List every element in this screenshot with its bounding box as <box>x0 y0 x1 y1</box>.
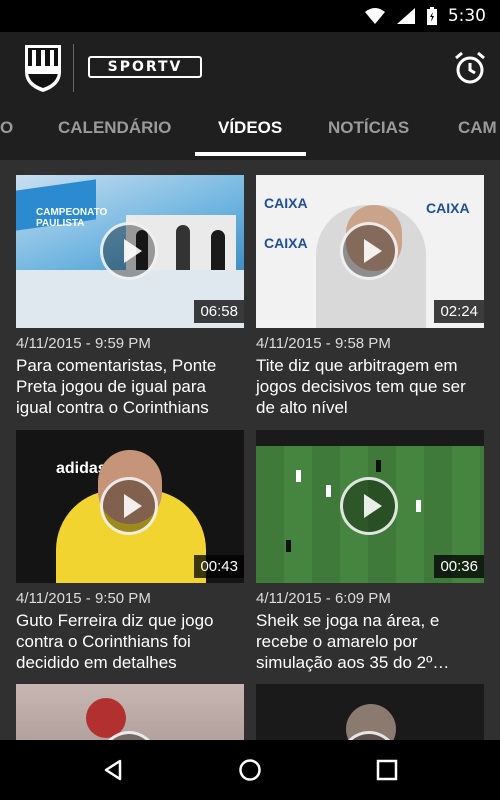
tab-indicator <box>195 152 306 156</box>
sponsor-logo: CAIXA <box>264 235 308 251</box>
tab-calendario[interactable]: CALENDÁRIO <box>58 104 171 160</box>
video-thumbnail[interactable] <box>16 684 244 740</box>
sportv-logo: SPORTV <box>88 56 202 78</box>
video-date: 4/11/2015 - 9:59 PM <box>16 335 151 352</box>
play-icon[interactable] <box>100 477 158 535</box>
player-shape <box>296 470 301 482</box>
tab-partial-right[interactable]: CAM <box>458 104 497 160</box>
player-shape <box>376 460 381 472</box>
video-card[interactable] <box>256 684 484 740</box>
video-title[interactable]: Guto Ferreira diz que jogo contra o Cori… <box>16 610 244 673</box>
video-date: 4/11/2015 - 9:58 PM <box>256 335 391 352</box>
video-duration: 06:58 <box>194 300 244 323</box>
video-thumbnail[interactable] <box>256 684 484 740</box>
video-grid[interactable]: CAMPEONATO PAULISTA 06:58 4/11/2015 - 9:… <box>0 160 500 740</box>
person-shape <box>211 230 225 270</box>
header-divider <box>73 44 74 92</box>
clock-time: 5:30 <box>447 6 486 26</box>
tab-noticias[interactable]: NOTÍCIAS <box>328 104 409 160</box>
signal-icon <box>396 8 415 24</box>
thumb-caption: CAMPEONATO PAULISTA <box>36 207 108 229</box>
play-icon[interactable] <box>340 222 398 280</box>
video-card[interactable] <box>16 684 244 740</box>
player-shape <box>416 500 421 512</box>
alarm-clock-icon[interactable] <box>450 48 490 88</box>
player-shape <box>286 540 291 552</box>
video-thumbnail[interactable]: CAIXA CAIXA CAIXA 02:24 <box>256 175 484 328</box>
club-crest-icon[interactable] <box>22 42 64 94</box>
video-title[interactable]: Sheik se joga na área, e recebe o amarel… <box>256 610 484 673</box>
video-card[interactable]: CAMPEONATO PAULISTA 06:58 4/11/2015 - 9:… <box>16 175 244 418</box>
stadium-boards <box>256 430 484 446</box>
home-icon[interactable] <box>238 758 262 782</box>
video-date: 4/11/2015 - 6:09 PM <box>256 590 391 607</box>
video-date: 4/11/2015 - 9:50 PM <box>16 590 151 607</box>
person-shape <box>176 225 190 270</box>
battery-icon <box>426 7 437 25</box>
app-bar: SPORTV <box>0 32 500 104</box>
tab-partial-left[interactable]: O <box>0 104 13 160</box>
video-card[interactable]: 00:36 4/11/2015 - 6:09 PM Sheik se joga … <box>256 430 484 673</box>
video-thumbnail[interactable]: 00:36 <box>256 430 484 583</box>
player-shape <box>326 485 331 497</box>
video-duration: 02:24 <box>434 300 484 323</box>
video-card[interactable]: CAIXA CAIXA CAIXA 02:24 4/11/2015 - 9:58… <box>256 175 484 418</box>
video-title[interactable]: Para comentaristas, Ponte Preta jogou de… <box>16 355 244 418</box>
video-thumbnail[interactable]: CAMPEONATO PAULISTA 06:58 <box>16 175 244 328</box>
sponsor-logo: CAIXA <box>264 195 308 211</box>
play-icon[interactable] <box>340 477 398 535</box>
back-icon[interactable] <box>101 758 125 782</box>
system-navigation-bar <box>0 740 500 800</box>
wifi-icon <box>364 8 385 24</box>
video-card[interactable]: adidas 00:43 4/11/2015 - 9:50 PM Guto Fe… <box>16 430 244 673</box>
play-icon[interactable] <box>100 222 158 280</box>
recents-icon[interactable] <box>376 759 398 781</box>
sponsor-logo: CAIXA <box>426 200 470 216</box>
status-bar: 5:30 <box>0 0 500 32</box>
video-title[interactable]: Tite diz que arbitragem em jogos decisiv… <box>256 355 484 418</box>
video-duration: 00:36 <box>434 555 484 578</box>
video-duration: 00:43 <box>194 555 244 578</box>
video-thumbnail[interactable]: adidas 00:43 <box>16 430 244 583</box>
